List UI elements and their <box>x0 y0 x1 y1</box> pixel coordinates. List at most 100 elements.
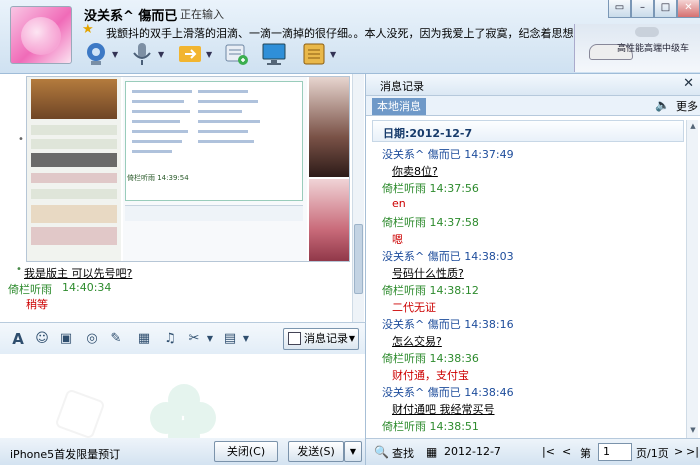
background-dice-decoration <box>54 388 106 438</box>
ad-text: 高性能高端中级车 <box>617 44 690 54</box>
promo-link[interactable]: iPhone5首发限量预订 <box>10 446 120 462</box>
search-button[interactable]: 查找 <box>392 445 414 461</box>
history-date[interactable]: 2012-12-7 <box>444 445 501 458</box>
next-page-icon[interactable]: > <box>674 445 683 458</box>
history-entry-header: 倚栏听雨 14:37:58 <box>382 216 479 229</box>
history-scrollbar[interactable]: ▲ ▼ <box>686 120 698 438</box>
screenshot-caption: 倚栏听雨 14:39:54 <box>127 174 189 182</box>
close-button[interactable]: 关闭(C) <box>214 441 278 462</box>
video-call-icon[interactable] <box>82 40 110 68</box>
maximize-icon[interactable]: □ <box>654 0 677 18</box>
send-bar: iPhone5首发限量预订 关闭(C) 发送(S) ▼ <box>0 438 366 465</box>
send-image-icon[interactable]: ▦ <box>136 331 152 347</box>
message-input[interactable] <box>0 354 366 438</box>
close-window-icon[interactable]: ✕ <box>677 0 700 18</box>
scroll-thumb[interactable] <box>354 224 363 294</box>
tab-local-messages[interactable]: 本地消息 <box>372 98 426 115</box>
restore-icon[interactable]: ▭ <box>608 0 631 18</box>
history-entries: 没关系^ 傷而已 14:37:49 你卖8位? 倚栏听雨 14:37:56 en 倚栏听… <box>366 144 684 438</box>
history-entry-message: 财付通，支付宝 <box>392 369 469 382</box>
history-entry-message: 怎么交易? <box>392 335 442 348</box>
history-entry-header: 倚栏听雨 14:38:12 <box>382 284 479 297</box>
page-prefix: 第 <box>580 447 591 460</box>
chat-message: 我是版主 可以先号吧? <box>24 267 133 280</box>
history-entry-header: 没关系^ 傷而已 14:38:03 <box>382 250 514 263</box>
history-entry-header: 没关系^ 傷而已 14:38:16 <box>382 318 514 331</box>
magic-emoji-icon[interactable]: ▣ <box>58 331 74 347</box>
music-icon[interactable]: ♫ <box>162 331 178 347</box>
history-button-label: 消息记录 <box>304 332 348 345</box>
video-dropdown-icon[interactable]: ▼ <box>112 50 118 59</box>
group-chat-icon[interactable] <box>222 40 250 68</box>
first-page-icon[interactable]: |< <box>542 445 555 458</box>
message-bullet: • <box>16 264 22 275</box>
close-icon[interactable]: ✕ <box>683 76 694 91</box>
date-label: 日期:2012-12-7 <box>383 127 473 140</box>
more-tools-dropdown-icon[interactable]: ▼ <box>238 331 254 347</box>
history-entry-header: 没关系^ 傷而已 14:38:46 <box>382 386 514 399</box>
screenshot-scissors-icon[interactable]: ✂ <box>186 331 202 347</box>
scroll-down-icon[interactable]: ▼ <box>688 426 698 436</box>
doodle-icon[interactable]: ✎ <box>108 331 124 347</box>
history-panel: 消息记录 ✕ 本地消息 🔈 更多 日期:2012-12-7 ▲ ▼ 没关系^ 傷… <box>366 74 700 438</box>
file-dropdown-icon[interactable]: ▼ <box>206 50 212 59</box>
send-options-icon[interactable]: ▼ <box>344 441 362 462</box>
chat-display: • 倚栏听雨 14:39:54 • 我是版主 可以先号吧? 倚栏听雨 14:40… <box>0 74 366 322</box>
history-entry-header: 倚栏听雨 14:37:56 <box>382 182 479 195</box>
screenshot-sidebar <box>27 77 121 261</box>
app-dropdown-icon[interactable]: ▼ <box>330 50 336 59</box>
calendar-icon[interactable]: ▦ <box>426 445 437 459</box>
format-toolbar: A ☺ ▣ ◎ ✎ ▦ ♫ ✂ ▼ ▤ ▼ 消息记录 ▼ <box>0 322 366 354</box>
history-footer: 🔍 查找 ▦ 2012-12-7 |< < 第 1 页/1页 > >| <box>366 438 700 465</box>
message-history-button[interactable]: 消息记录 ▼ <box>283 328 359 350</box>
history-entry-message: en <box>392 197 406 210</box>
emoji-icon[interactable]: ☺ <box>34 331 50 347</box>
message-time: 14:40:34 <box>62 281 112 294</box>
car-brand-logo <box>635 27 659 37</box>
signature-text: 我颤抖的双手上滑落的泪滴、一滴一滴掉的很仔细。。本人没死，因为我爱上了寂寞，纪念… <box>106 27 651 40</box>
application-icon[interactable] <box>300 40 328 68</box>
remote-desktop-icon[interactable] <box>260 40 288 68</box>
screenshot-photo-top <box>309 77 349 177</box>
prev-page-icon[interactable]: < <box>562 445 571 458</box>
chat-header: 没关系^ 傷而已 正在输入 ★ 我颤抖的双手上滑落的泪滴、一滴一滴掉的很仔细。。… <box>0 0 700 74</box>
chat-scrollbar[interactable] <box>352 74 364 322</box>
shared-screenshot-image[interactable]: 倚栏听雨 14:39:54 <box>26 76 350 262</box>
history-entry-header: 倚栏听雨 14:38:51 <box>382 420 479 433</box>
typing-status: 正在输入 <box>180 8 224 21</box>
message-bullet: • <box>18 134 24 145</box>
history-entry-message: 号码什么性质? <box>392 267 464 280</box>
history-title: 消息记录 <box>380 80 424 93</box>
speaker-icon[interactable]: 🔈 <box>655 98 670 112</box>
last-page-icon[interactable]: >| <box>686 445 699 458</box>
history-title-bar: 消息记录 ✕ <box>366 74 700 96</box>
date-header: 日期:2012-12-7 <box>372 120 684 142</box>
history-icon <box>288 332 301 345</box>
search-icon[interactable]: 🔍 <box>374 445 389 459</box>
shake-icon[interactable]: ◎ <box>84 331 100 347</box>
more-tools-icon[interactable]: ▤ <box>222 331 238 347</box>
page-number-input[interactable]: 1 <box>598 443 632 461</box>
star-icon: ★ <box>82 22 94 37</box>
history-entry-message: 嗯 <box>392 233 403 246</box>
chat-message: 稍等 <box>26 298 48 311</box>
ad-banner[interactable]: 高性能高端中级车 <box>574 24 700 72</box>
page-total: 页/1页 <box>636 447 669 460</box>
contact-avatar[interactable] <box>10 6 72 64</box>
send-button[interactable]: 发送(S) <box>288 441 344 462</box>
voice-dropdown-icon[interactable]: ▼ <box>158 50 164 59</box>
minimize-icon[interactable]: – <box>631 0 654 18</box>
scissors-dropdown-icon[interactable]: ▼ <box>202 331 218 347</box>
screenshot-chat-window: 倚栏听雨 14:39:54 <box>123 77 307 261</box>
history-entry-message: 二代无证 <box>392 301 436 314</box>
send-file-icon[interactable] <box>176 40 204 68</box>
message-sender: 倚栏听雨 <box>8 283 52 296</box>
font-icon[interactable]: A <box>10 331 26 347</box>
screenshot-photo-bottom <box>309 179 349 261</box>
scroll-up-icon[interactable]: ▲ <box>688 122 698 132</box>
history-tabs: 本地消息 🔈 更多 <box>366 96 700 116</box>
voice-call-icon[interactable] <box>128 40 156 68</box>
contact-name: 没关系^ 傷而已 <box>84 9 178 24</box>
more-button[interactable]: 更多 <box>676 98 698 114</box>
chevron-down-icon[interactable]: ▼ <box>349 329 355 349</box>
